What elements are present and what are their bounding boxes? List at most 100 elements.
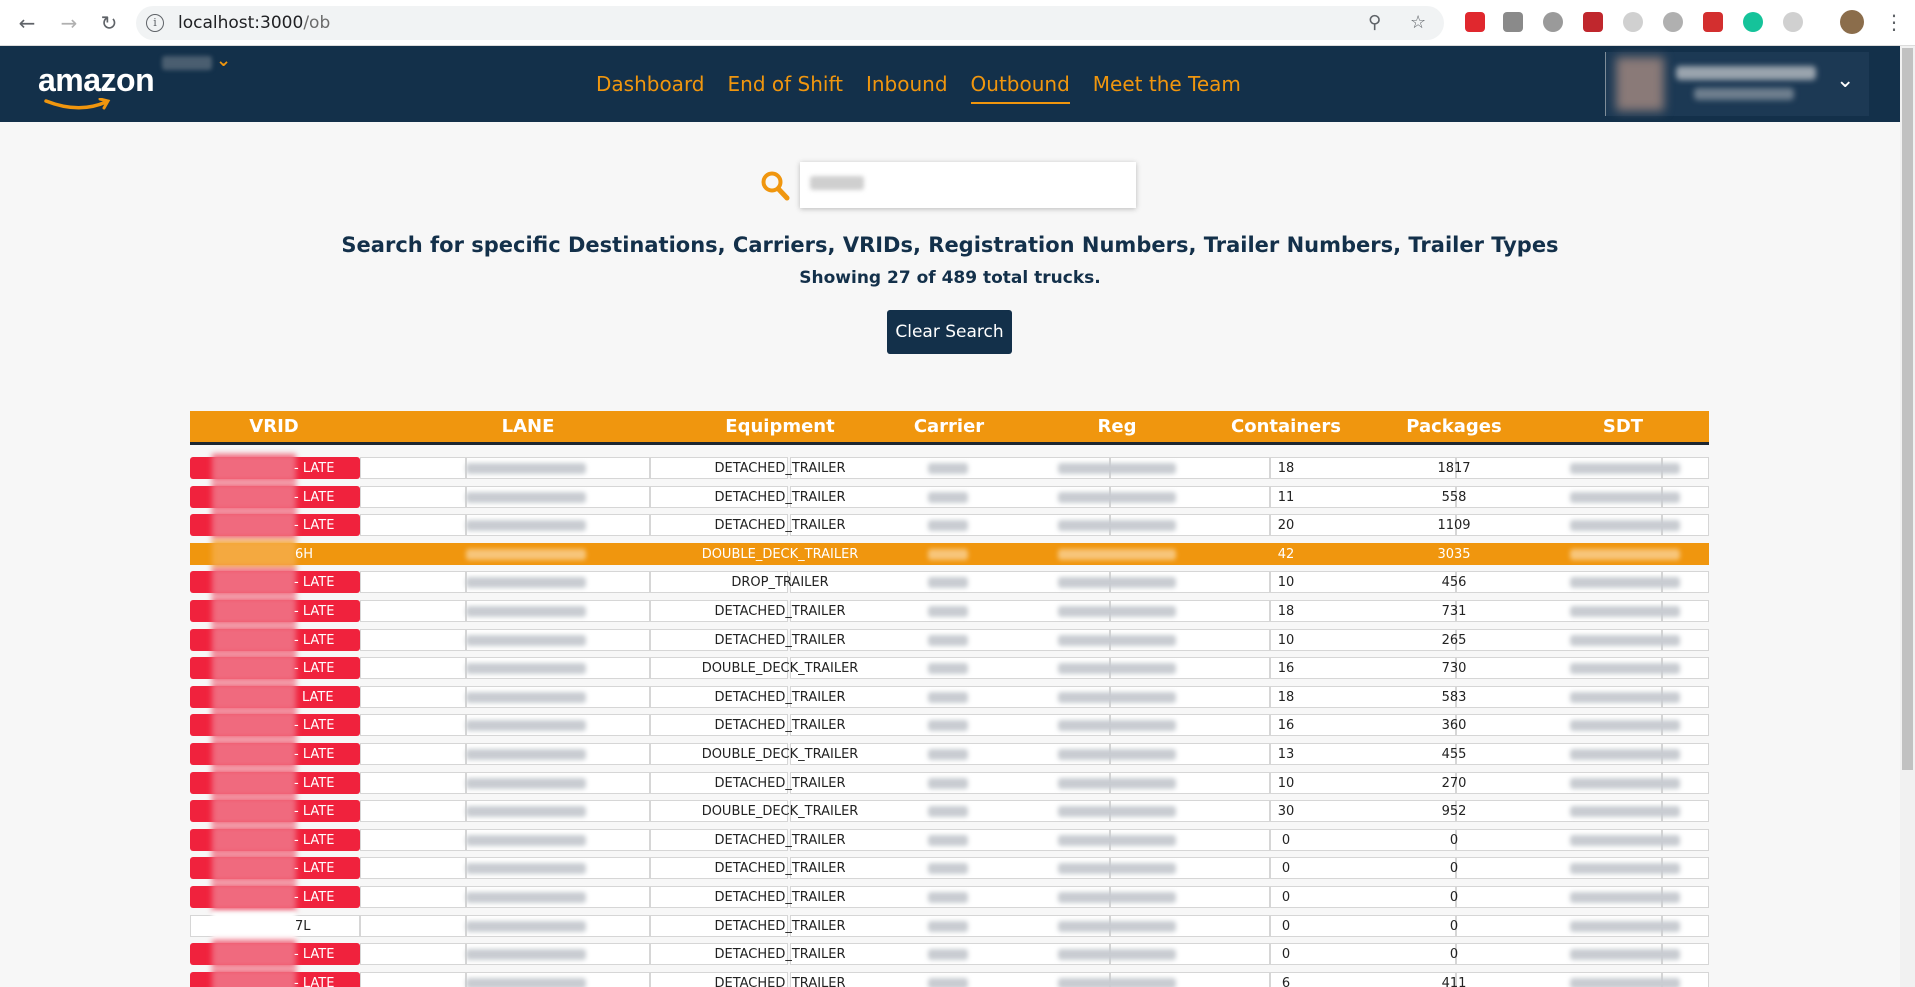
col-containers[interactable]: Containers bbox=[1231, 416, 1341, 437]
packages-cell: 1817 bbox=[1437, 461, 1471, 476]
table-row[interactable]: - LATE DETACHED_TRAILER 18 731 bbox=[190, 596, 1709, 626]
table-row[interactable]: - LATE DETACHED_TRAILER 10 270 bbox=[190, 768, 1709, 798]
col-lane[interactable]: LANE bbox=[502, 416, 555, 437]
amazon-logo[interactable]: amazon bbox=[38, 62, 155, 99]
table-cell bbox=[360, 742, 466, 765]
nav-outbound[interactable]: Outbound bbox=[970, 72, 1070, 104]
table-row[interactable]: - LATE DETACHED_TRAILER 16 360 bbox=[190, 711, 1709, 740]
packages-cell: 952 bbox=[1441, 804, 1467, 820]
brackets-ext-icon[interactable] bbox=[1663, 12, 1683, 32]
containers-cell: 0 bbox=[1281, 861, 1291, 877]
lane-redacted bbox=[466, 663, 586, 675]
carrier-redacted bbox=[928, 691, 968, 703]
packages-cell: 730 bbox=[1441, 661, 1467, 677]
grammarly-ext-icon[interactable] bbox=[1743, 12, 1763, 32]
back-arrow-icon[interactable]: ← bbox=[14, 10, 40, 36]
table-row[interactable]: - LATE DOUBLE_DECK_TRAILER 16 730 bbox=[190, 654, 1709, 683]
table-row[interactable]: - LATE DETACHED_TRAILER 18 1817 bbox=[190, 454, 1709, 483]
page-scrollbar-thumb[interactable] bbox=[1902, 48, 1913, 770]
packages-cell: 0 bbox=[1449, 832, 1459, 848]
table-cell bbox=[360, 599, 466, 622]
nav-meet-the-team[interactable]: Meet the Team bbox=[1093, 72, 1241, 104]
lane-redacted bbox=[466, 577, 586, 589]
reg-redacted bbox=[1058, 891, 1176, 903]
vrid-redacted bbox=[212, 654, 296, 683]
forward-arrow-icon[interactable]: → bbox=[56, 10, 82, 36]
browser-menu-icon[interactable]: ⋮ bbox=[1884, 10, 1904, 34]
vrid-status-label: LATE bbox=[302, 689, 334, 705]
vrid-redacted bbox=[212, 625, 296, 654]
containers-cell: 11 bbox=[1277, 489, 1295, 505]
table-row[interactable]: - LATE DETACHED_TRAILER 20 1109 bbox=[190, 511, 1709, 540]
avatar bbox=[1616, 57, 1664, 111]
vrid-status-label: - LATE bbox=[294, 632, 335, 648]
table-row[interactable]: - LATE DOUBLE_DECK_TRAILER 30 952 bbox=[190, 797, 1709, 826]
equipment-cell: DETACHED_TRAILER bbox=[714, 947, 846, 963]
sdt-redacted bbox=[1570, 548, 1680, 560]
table-row[interactable]: - LATE DETACHED_TRAILER 0 0 bbox=[190, 854, 1709, 883]
table-row[interactable]: - LATE DROP_TRAILER 10 456 bbox=[190, 568, 1709, 597]
equipment-cell: DOUBLE_DECK_TRAILER bbox=[701, 546, 859, 562]
packages-cell: 456 bbox=[1441, 575, 1467, 591]
nav-dashboard[interactable]: Dashboard bbox=[596, 72, 705, 104]
table-row[interactable]: - LATE DETACHED_TRAILER 0 0 bbox=[190, 940, 1709, 969]
zoom-icon[interactable]: ⚲ bbox=[1368, 12, 1381, 33]
lane-redacted bbox=[466, 634, 586, 646]
table-row[interactable]: - LATE DETACHED_TRAILER 11 558 bbox=[190, 482, 1709, 512]
equipment-cell: DETACHED_TRAILER bbox=[714, 461, 846, 476]
gear-ext-icon[interactable] bbox=[1543, 12, 1563, 32]
bookmark-star-icon[interactable]: ☆ bbox=[1410, 12, 1426, 33]
vrid-status-label: - LATE bbox=[294, 947, 335, 963]
info-icon[interactable]: i bbox=[146, 14, 164, 32]
nav-inbound[interactable]: Inbound bbox=[866, 72, 948, 104]
table-cell bbox=[1270, 914, 1456, 937]
vrid-status-label: - LATE bbox=[294, 518, 335, 534]
table-cell bbox=[1270, 800, 1456, 823]
profile-ext-icon[interactable] bbox=[1840, 10, 1864, 34]
col-packages[interactable]: Packages bbox=[1406, 416, 1501, 437]
table-cell bbox=[1270, 742, 1456, 765]
user-chevron-down-icon[interactable]: ⌄ bbox=[1836, 68, 1854, 93]
table-row[interactable]: LATE DETACHED_TRAILER 18 583 bbox=[190, 682, 1709, 712]
table-row[interactable]: - LATE DETACHED_TRAILER 10 265 bbox=[190, 625, 1709, 655]
vrid-redacted bbox=[212, 454, 296, 482]
table-row[interactable]: - LATE DETACHED_TRAILER 0 0 bbox=[190, 825, 1709, 855]
search-help-text: Search for specific Destinations, Carrie… bbox=[341, 233, 1559, 257]
containers-cell: 18 bbox=[1277, 461, 1295, 476]
poc-ext-icon[interactable] bbox=[1583, 12, 1603, 32]
reg-redacted bbox=[1058, 806, 1176, 818]
col-equipment[interactable]: Equipment bbox=[725, 416, 834, 437]
user-menu[interactable]: ⌄ bbox=[1605, 52, 1869, 116]
address-bar[interactable]: i localhost:3000/ob ⚲ ☆ bbox=[136, 6, 1444, 40]
table-row[interactable]: - LATE DETACHED_TRAILER 6 411 bbox=[190, 968, 1709, 987]
col-reg[interactable]: Reg bbox=[1098, 416, 1137, 437]
table-row[interactable]: 7L DETACHED_TRAILER 0 0 bbox=[190, 911, 1709, 941]
opera-ext-icon[interactable] bbox=[1465, 12, 1485, 32]
circle-ext-icon[interactable] bbox=[1623, 12, 1643, 32]
url-text[interactable]: localhost:3000/ob bbox=[178, 13, 330, 33]
table-cell bbox=[360, 714, 466, 737]
sdt-redacted bbox=[1570, 605, 1680, 617]
col-carrier[interactable]: Carrier bbox=[914, 416, 984, 437]
cors-ext-icon[interactable] bbox=[1703, 12, 1723, 32]
col-sdt[interactable]: SDT bbox=[1603, 416, 1643, 437]
sdt-redacted bbox=[1570, 720, 1680, 732]
clear-search-button[interactable]: Clear Search bbox=[887, 310, 1012, 354]
site-selector[interactable] bbox=[162, 56, 212, 70]
col-vrid[interactable]: VRID bbox=[249, 416, 298, 437]
reload-icon[interactable]: ↻ bbox=[96, 10, 122, 36]
cb-ext-icon[interactable] bbox=[1503, 12, 1523, 32]
containers-cell: 18 bbox=[1277, 603, 1295, 619]
link-ext-icon[interactable] bbox=[1783, 12, 1803, 32]
nav-end-of-shift[interactable]: End of Shift bbox=[728, 72, 843, 104]
table-row[interactable]: - LATE DETACHED_TRAILER 0 0 bbox=[190, 882, 1709, 912]
vrid-redacted bbox=[212, 568, 296, 597]
chevron-down-icon[interactable]: ⌄ bbox=[216, 50, 231, 71]
table-cell bbox=[360, 485, 466, 508]
table-cell bbox=[360, 457, 466, 479]
table-row[interactable]: - LATE DOUBLE_DECK_TRAILER 13 455 bbox=[190, 739, 1709, 769]
sdt-redacted bbox=[1570, 777, 1680, 789]
sdt-redacted bbox=[1570, 491, 1680, 503]
lane-redacted bbox=[466, 605, 586, 617]
table-row[interactable]: 6H DOUBLE_DECK_TRAILER 42 3035 bbox=[190, 539, 1709, 569]
